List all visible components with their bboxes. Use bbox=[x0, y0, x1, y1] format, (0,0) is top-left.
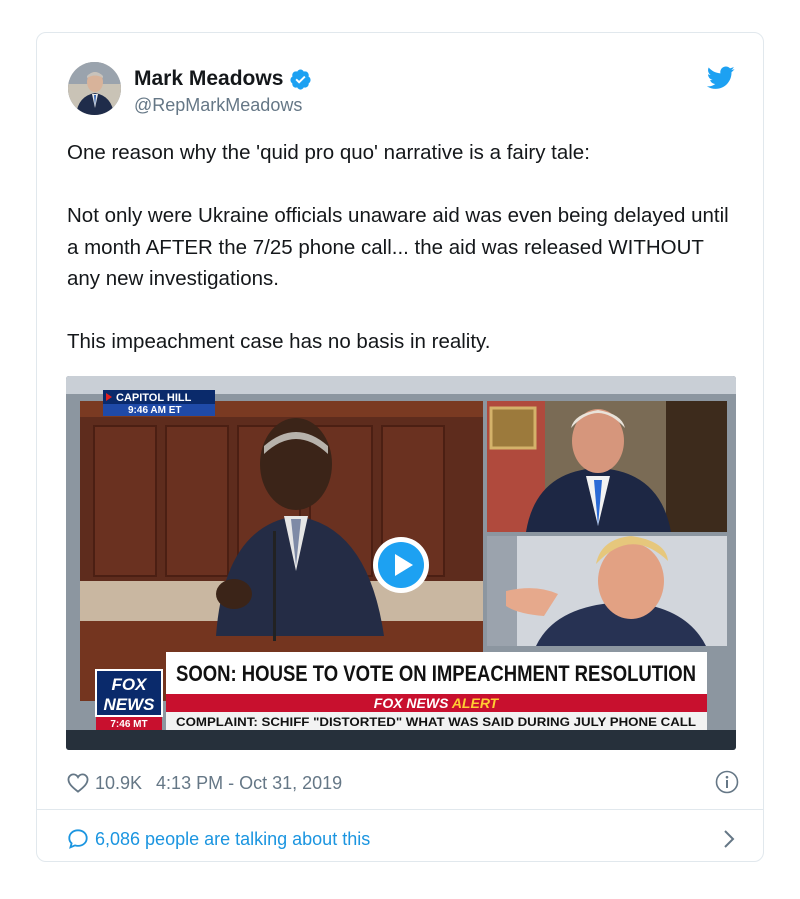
avatar[interactable] bbox=[68, 62, 121, 115]
tweet-timestamp[interactable]: 4:13 PM - Oct 31, 2019 bbox=[156, 773, 342, 794]
tweet-paragraph: One reason why the 'quid pro quo' narrat… bbox=[67, 141, 590, 164]
tweet-paragraph: This impeachment case has no basis in re… bbox=[67, 330, 491, 353]
embedded-video[interactable]: CAPITOL HILL 9:46 AM ET SOON: HOUSE TO V… bbox=[66, 376, 736, 750]
twitter-bird-icon[interactable] bbox=[707, 66, 735, 90]
info-icon[interactable] bbox=[715, 770, 739, 794]
chevron-right-icon[interactable] bbox=[723, 829, 735, 849]
fox-clock: 7:46 MT bbox=[110, 719, 147, 730]
conversation-link[interactable]: 6,086 people are talking about this bbox=[67, 825, 737, 853]
speech-bubble-icon bbox=[68, 829, 88, 849]
tweet-paragraph: Not only were Ukraine officials unaware … bbox=[67, 204, 729, 290]
tweet-text: One reason why the 'quid pro quo' narrat… bbox=[67, 137, 737, 358]
tweet-meta: 10.9K 4:13 PM - Oct 31, 2019 bbox=[67, 769, 739, 797]
fox-alert: FOX NEWS ALERT bbox=[374, 695, 500, 711]
divider bbox=[37, 809, 763, 810]
tweet-card[interactable]: Mark Meadows @RepMarkMeadows One reason … bbox=[36, 32, 764, 862]
fox-logo-line2: NEWS bbox=[104, 695, 156, 714]
location-time: 9:46 AM ET bbox=[128, 405, 182, 416]
fox-logo-line1: FOX bbox=[112, 675, 149, 694]
conversation-text[interactable]: 6,086 people are talking about this bbox=[95, 829, 370, 850]
news-ticker: COMPLAINT: SCHIFF "DISTORTED" WHAT WAS S… bbox=[176, 715, 696, 729]
verified-badge-icon bbox=[290, 68, 311, 90]
news-headline: SOON: HOUSE TO VOTE ON IMPEACHMENT RESOL… bbox=[176, 661, 696, 686]
location-label: CAPITOL HILL bbox=[116, 392, 192, 404]
heart-icon[interactable] bbox=[67, 773, 89, 793]
play-icon[interactable] bbox=[371, 535, 431, 595]
author-name[interactable]: Mark Meadows bbox=[134, 67, 283, 91]
like-count[interactable]: 10.9K bbox=[95, 773, 142, 794]
author-handle[interactable]: @RepMarkMeadows bbox=[134, 95, 302, 116]
